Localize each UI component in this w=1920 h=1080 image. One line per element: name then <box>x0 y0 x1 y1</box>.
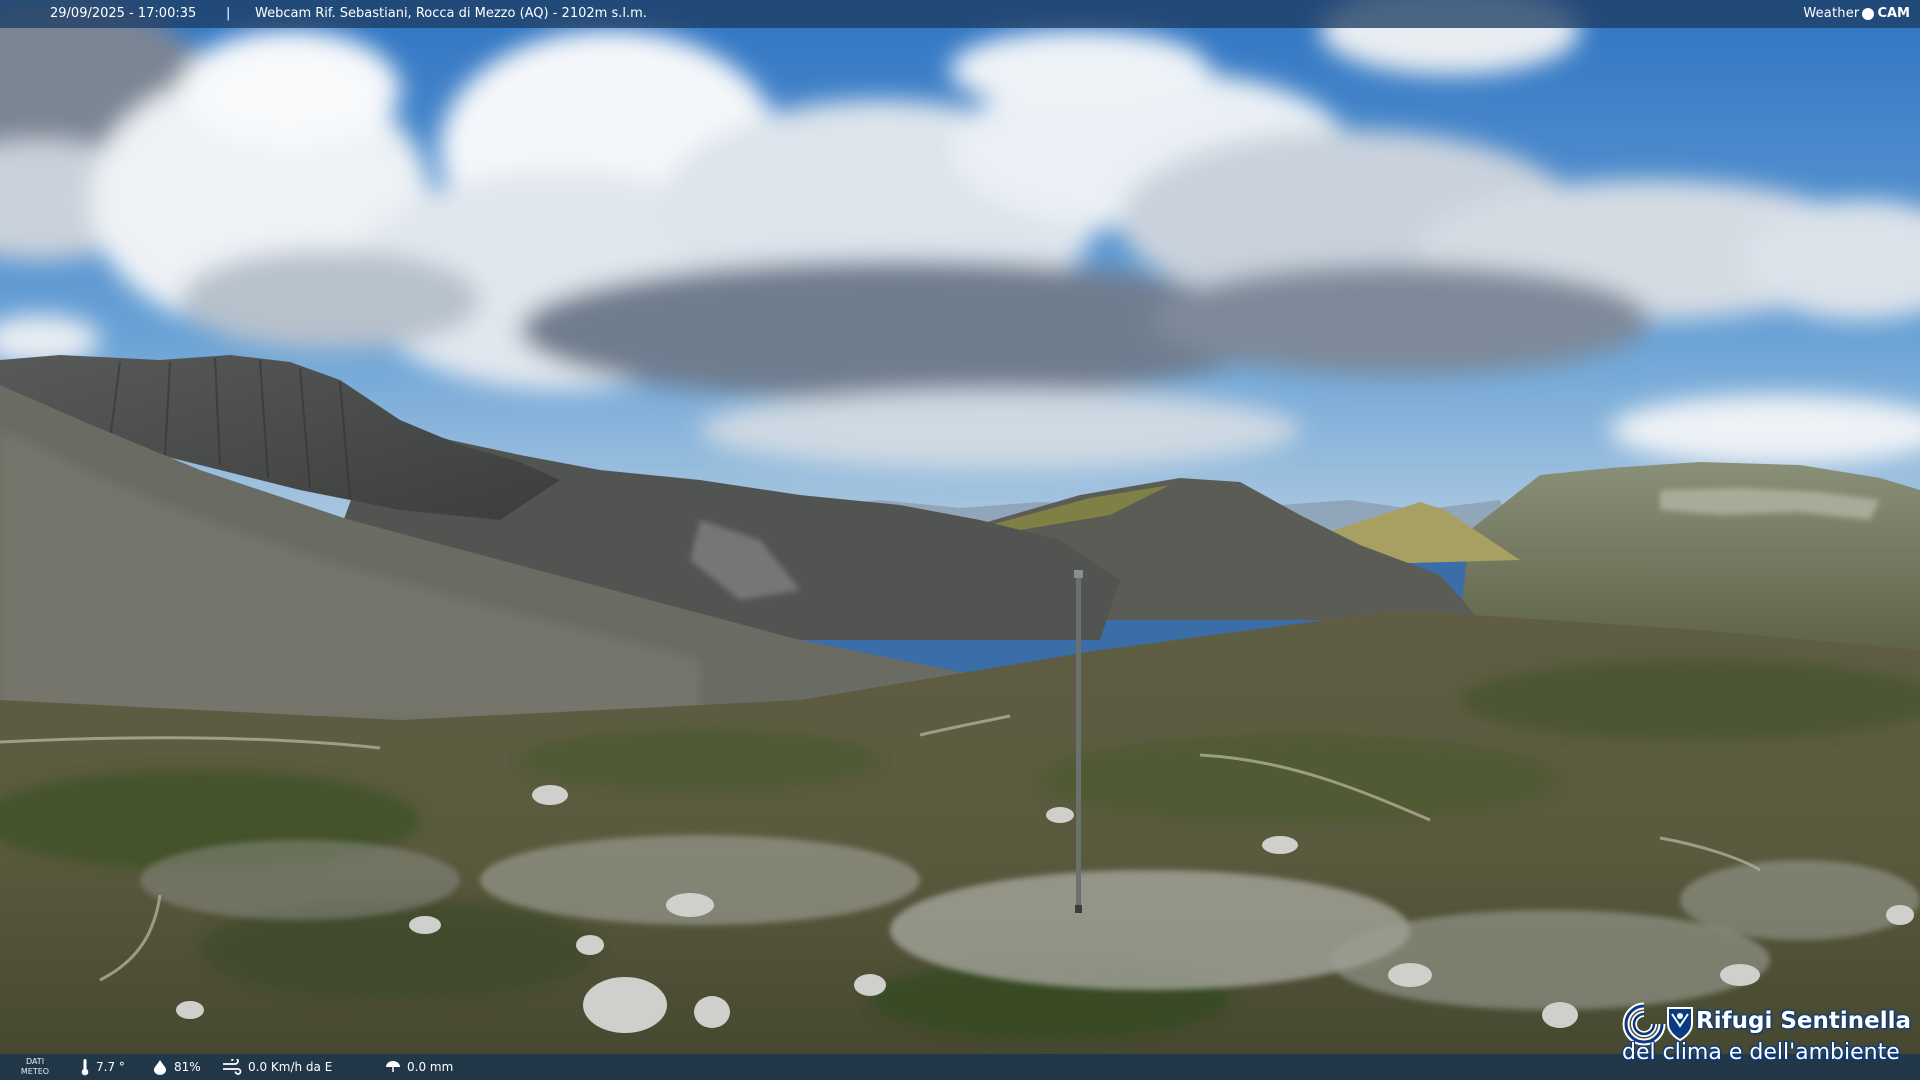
rain-icon <box>386 1061 400 1072</box>
separator: | <box>226 6 231 21</box>
temperature-value: 7.7 ° <box>96 1060 125 1074</box>
top-info-bar: 29/09/2025 - 17:00:35 | Webcam Rif. Seba… <box>0 0 1920 28</box>
branding-title: Rifugi Sentinella <box>1696 1008 1912 1034</box>
humidity-reading: 81% <box>152 1054 201 1080</box>
wind-value: 0.0 Km/h da E <box>248 1060 333 1074</box>
rifugi-sentinella-logo: Rifugi Sentinella del clima e dell'ambie… <box>1620 998 1912 1074</box>
branding-subtitle: del clima e dell'ambiente <box>1622 1040 1900 1065</box>
rain-reading: 0.0 mm <box>385 1054 453 1080</box>
webcam-caption: Webcam Rif. Sebastiani, Rocca di Mezzo (… <box>255 6 647 21</box>
weathercam-logo: Weather CAM <box>1803 0 1910 28</box>
webcam-scene <box>0 0 1920 1080</box>
logo-dot-icon <box>1862 8 1875 20</box>
logo-word-weather: Weather <box>1803 6 1860 21</box>
temperature-reading: 7.7 ° <box>80 1054 125 1080</box>
wind-icon <box>223 1059 242 1075</box>
rain-value: 0.0 mm <box>407 1060 454 1074</box>
humidity-value: 81% <box>174 1060 201 1074</box>
logo-word-cam: CAM <box>1877 6 1910 21</box>
humidity-drop-icon <box>154 1060 166 1075</box>
thermometer-icon <box>81 1059 89 1076</box>
wind-reading: 0.0 Km/h da E <box>222 1054 332 1080</box>
timestamp: 29/09/2025 - 17:00:35 <box>50 6 197 21</box>
weather-data-label: DATI METEO <box>20 1057 50 1076</box>
